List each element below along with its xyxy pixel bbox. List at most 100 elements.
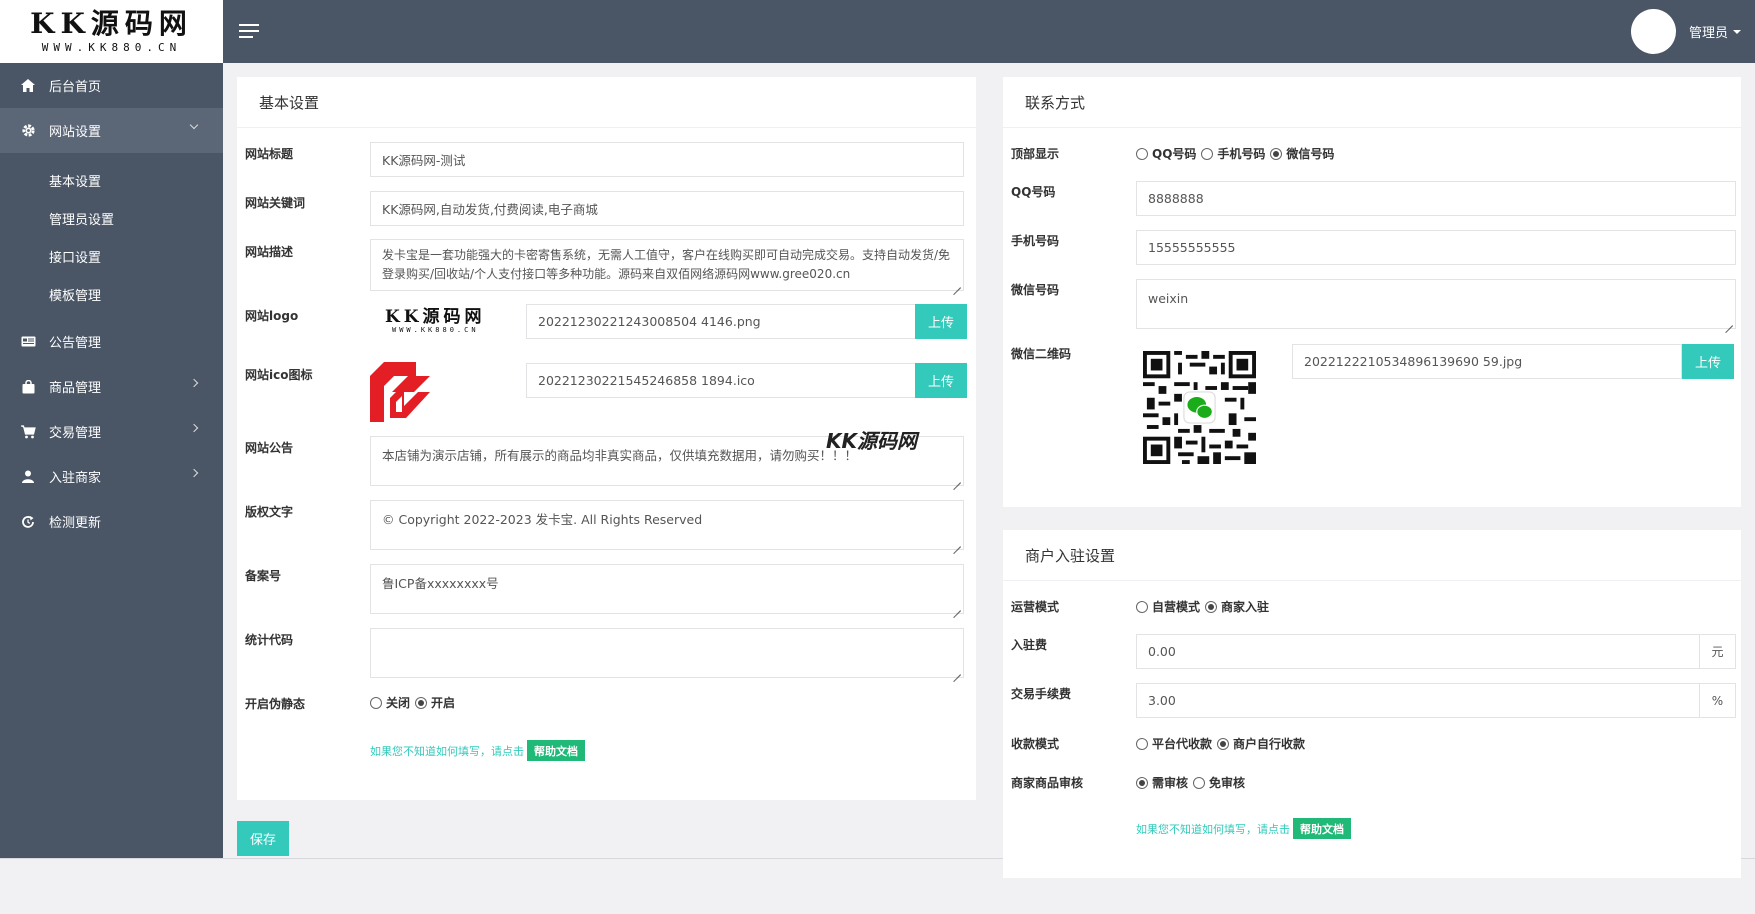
sidebar-item-check-update[interactable]: 检测更新 (0, 499, 223, 544)
mode-self-label[interactable]: 自营模式 (1152, 598, 1200, 615)
help-doc-button[interactable]: 帮助文档 (1293, 818, 1351, 839)
tx-fee-input[interactable]: 3.00 (1136, 683, 1700, 718)
top-display-wechat-radio[interactable] (1270, 147, 1283, 160)
copyright-textarea[interactable]: © Copyright 2022-2023 发卡宝. All Rights Re… (370, 500, 964, 550)
logo-preview-main: KK源码网 (385, 307, 486, 327)
submenu-item-template-manage[interactable]: 模板管理 (0, 275, 223, 313)
pseudo-static-off-radio[interactable] (370, 696, 382, 709)
collect-self-label[interactable]: 商户自行收款 (1233, 735, 1305, 752)
help-text: 如果您不知道如何填写，请点击 (1136, 822, 1290, 836)
submenu-item-admin-settings[interactable]: 管理员设置 (0, 199, 223, 237)
pseudo-static-radio-group: 关闭 开启 (370, 694, 460, 711)
top-display-phone-label[interactable]: 手机号码 (1217, 145, 1265, 162)
label-top-display: 顶部显示 (1011, 147, 1060, 161)
review-need-radio[interactable] (1136, 776, 1148, 789)
sidebar-item-goods[interactable]: 商品管理 (0, 364, 223, 409)
site-title-input[interactable]: KK源码网-测试 (370, 142, 964, 177)
resize-handle-icon[interactable] (953, 539, 961, 547)
sidebar-item-label: 入驻商家 (49, 471, 102, 486)
site-logo[interactable]: KK源码网 WWW.KK880.CN (0, 0, 223, 63)
resize-handle-icon[interactable] (953, 280, 961, 288)
watermark-text: KK源码网 (826, 429, 917, 453)
submenu-item-api-settings[interactable]: 接口设置 (0, 237, 223, 275)
collect-platform-radio[interactable] (1136, 737, 1148, 750)
label-logo: 网站logo (245, 309, 299, 323)
chevron-right-icon (189, 423, 199, 433)
label-keywords: 网站关键词 (245, 196, 306, 210)
sidebar-item-trade[interactable]: 交易管理 (0, 409, 223, 454)
stats-code-textarea[interactable] (370, 628, 964, 678)
label-operation-mode: 运营模式 (1011, 600, 1060, 614)
collect-platform-label[interactable]: 平台代收款 (1152, 735, 1212, 752)
sidebar-item-notice[interactable]: 公告管理 (0, 319, 223, 364)
help-text: 如果您不知道如何填写，请点击 (370, 744, 524, 758)
top-bar: KK源码网 WWW.KK880.CN 管理员 (0, 0, 1755, 63)
label-collect-mode: 收款模式 (1011, 737, 1060, 751)
top-display-qq-radio[interactable] (1136, 147, 1148, 160)
logo-preview: KK源码网 WWW.KK880.CN (385, 308, 486, 335)
wechat-qr-file-input[interactable]: 2022122210534896139690 59.jpg (1292, 344, 1682, 379)
wechat-qr-upload-button[interactable]: 上传 (1682, 344, 1734, 379)
ico-upload-button[interactable]: 上传 (915, 363, 967, 398)
news-icon (20, 334, 36, 350)
pseudo-static-on-radio[interactable] (415, 696, 428, 709)
sidebar-item-label: 公告管理 (49, 336, 102, 351)
icp-text: 鲁ICP备xxxxxxxx号 (382, 576, 499, 591)
help-doc-button[interactable]: 帮助文档 (527, 740, 585, 761)
top-display-radio-group: QQ号码 手机号码 微信号码 (1136, 145, 1339, 162)
avatar[interactable] (1630, 9, 1676, 54)
caret-down-icon (1733, 29, 1741, 34)
bag-icon (20, 379, 36, 395)
user-menu[interactable]: 管理员 (1630, 9, 1741, 54)
menu-toggle-icon[interactable] (239, 23, 259, 39)
user-name: 管理员 (1688, 26, 1728, 41)
save-button[interactable]: 保存 (237, 821, 289, 856)
review-need-label[interactable]: 需审核 (1152, 774, 1188, 791)
wechat-textarea[interactable]: weixin (1136, 279, 1736, 329)
collect-mode-radio-group: 平台代收款 商户自行收款 (1136, 735, 1310, 752)
resize-handle-icon[interactable] (953, 475, 961, 483)
resize-handle-icon[interactable] (953, 603, 961, 611)
phone-input[interactable]: 15555555555 (1136, 230, 1736, 265)
ico-file-input[interactable]: 20221230221545246858 1894.ico (526, 363, 916, 398)
icp-textarea[interactable]: 鲁ICP备xxxxxxxx号 (370, 564, 964, 614)
sidebar-item-site-settings[interactable]: 网站设置 (0, 108, 223, 153)
mode-merchant-radio[interactable] (1205, 600, 1218, 613)
entry-fee-input[interactable]: 0.00 (1136, 634, 1700, 669)
label-icp: 备案号 (245, 569, 282, 583)
label-qq: QQ号码 (1011, 185, 1056, 199)
resize-handle-icon[interactable] (953, 667, 961, 675)
top-display-wechat-label[interactable]: 微信号码 (1286, 145, 1334, 162)
help-line: 如果您不知道如何填写，请点击 帮助文档 (370, 740, 585, 761)
top-display-qq-label[interactable]: QQ号码 (1152, 145, 1196, 162)
label-tx-fee: 交易手续费 (1011, 687, 1072, 701)
pseudo-static-on-label[interactable]: 开启 (431, 694, 455, 711)
review-free-label[interactable]: 免审核 (1209, 774, 1245, 791)
sidebar: 后台首页 网站设置 基本设置 管理员设置 接口设置 模板管理 公告管理 商品管理… (0, 63, 223, 858)
keywords-input[interactable]: KK源码网,自动发货,付费阅读,电子商城 (370, 191, 964, 226)
wechat-qr-code-image (1143, 351, 1256, 464)
submenu-item-basic-settings[interactable]: 基本设置 (0, 161, 223, 199)
sidebar-item-merchants[interactable]: 入驻商家 (0, 454, 223, 499)
logo-upload-button[interactable]: 上传 (915, 304, 967, 339)
refresh-icon (20, 514, 36, 530)
label-site-title: 网站标题 (245, 147, 294, 161)
mode-self-radio[interactable] (1136, 600, 1148, 613)
label-stats-code: 统计代码 (245, 633, 294, 647)
merchant-settings-card: 商户入驻设置 运营模式 自营模式 商家入驻 入驻费 0.00 元 交易手续费 3… (1003, 530, 1741, 878)
pseudo-static-off-label[interactable]: 关闭 (386, 694, 410, 711)
copyright-text: © Copyright 2022-2023 发卡宝. All Rights Re… (382, 512, 703, 527)
mode-merchant-label[interactable]: 商家入驻 (1221, 598, 1269, 615)
sidebar-item-home[interactable]: 后台首页 (0, 63, 223, 108)
goods-review-radio-group: 需审核 免审核 (1136, 774, 1250, 791)
resize-handle-icon[interactable] (1725, 318, 1733, 326)
sidebar-item-label: 交易管理 (49, 426, 102, 441)
collect-self-radio[interactable] (1217, 737, 1230, 750)
logo-file-input[interactable]: 20221230221243008504 4146.png (526, 304, 916, 339)
entry-fee-unit: 元 (1700, 634, 1736, 669)
review-free-radio[interactable] (1193, 776, 1206, 789)
top-display-phone-radio[interactable] (1201, 147, 1214, 160)
description-textarea[interactable]: 发卡宝是一套功能强大的卡密寄售系统，无需人工值守，客户在线购买即可自动完成交易。… (370, 239, 964, 291)
qq-input[interactable]: 8888888 (1136, 181, 1736, 216)
label-copyright: 版权文字 (245, 505, 294, 519)
